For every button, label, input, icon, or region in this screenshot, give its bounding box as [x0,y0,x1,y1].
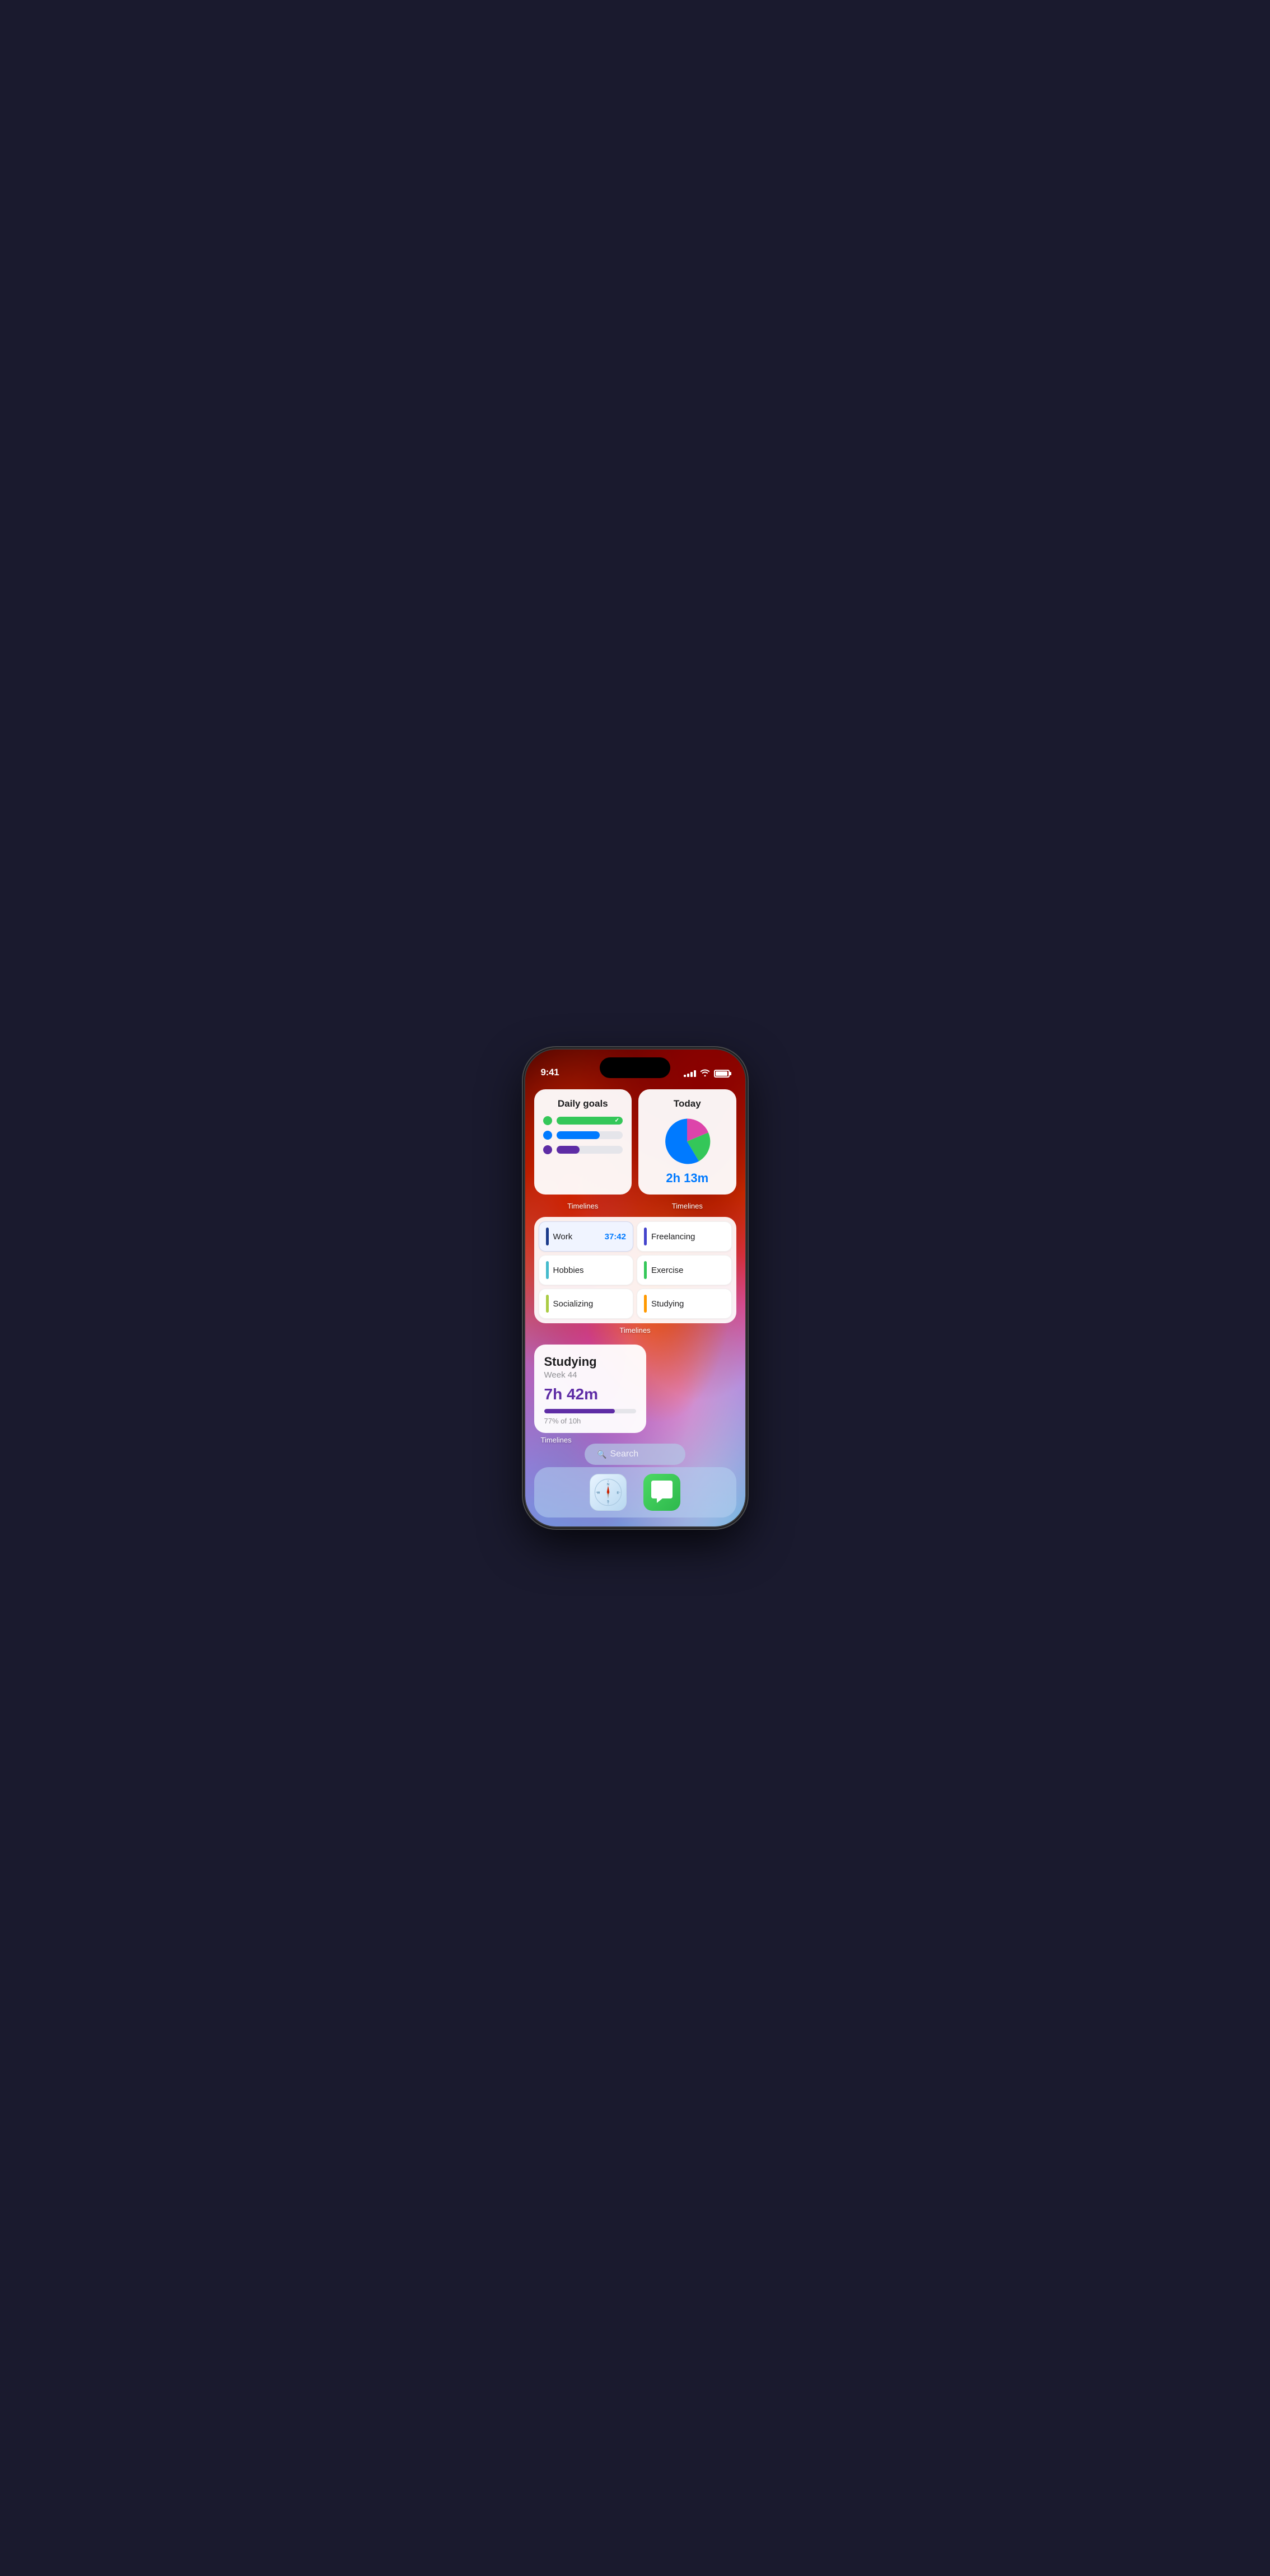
studying-color-bar [644,1295,647,1313]
exercise-color-bar [644,1261,647,1279]
timeline-item-socializing[interactable]: Socializing [539,1289,634,1319]
studying-detail-widget[interactable]: Studying Week 44 7h 42m 77% of 10h [534,1345,646,1433]
hobbies-name: Hobbies [553,1266,627,1275]
timelines-grid-widget[interactable]: Work 37:42 Freelancing Hobbies [534,1217,736,1323]
studying-week: Week 44 [544,1370,636,1380]
status-icons [684,1069,730,1078]
studying-percent-label: 77% of 10h [544,1417,636,1425]
work-time: 37:42 [605,1232,626,1242]
goal-check-1: ✓ [615,1118,619,1124]
timeline-item-exercise[interactable]: Exercise [637,1255,732,1285]
daily-goals-title: Daily goals [543,1098,623,1109]
battery-icon [714,1070,730,1078]
goal-dot-3 [543,1145,552,1154]
studying-duration: 7h 42m [544,1385,636,1403]
work-name: Work [553,1232,600,1242]
search-bar[interactable]: 🔍 Search [585,1444,685,1465]
goal-row-2 [543,1131,623,1140]
goal-bar-1: ✓ [557,1117,623,1125]
goal-bar-2 [557,1131,623,1139]
phone-device: 9:41 [525,1050,745,1526]
timelines-grid-label: Timelines [619,1326,650,1334]
socializing-name: Socializing [553,1299,627,1309]
search-icon: 🔍 [597,1450,606,1459]
widget-labels-row-1: Timelines Timelines [534,1201,736,1211]
status-time: 9:41 [541,1067,559,1078]
freelancing-color-bar [644,1228,647,1245]
socializing-color-bar [546,1295,549,1313]
studying-progress-bar [544,1409,636,1413]
goal-dot-1 [543,1116,552,1125]
widgets-row-1: Daily goals ✓ [534,1089,736,1195]
phone-screen: 9:41 [525,1050,745,1526]
daily-goals-widget[interactable]: Daily goals ✓ [534,1089,632,1195]
goal-bar-3 [557,1146,623,1154]
goal-row-1: ✓ [543,1116,623,1125]
search-label: Search [610,1449,638,1459]
svg-text:S: S [607,1500,609,1504]
today-label: Timelines [672,1202,703,1210]
today-time: 2h 13m [647,1171,727,1186]
timeline-item-studying[interactable]: Studying [637,1289,732,1319]
signal-icon [684,1070,696,1077]
today-title: Today [647,1098,727,1109]
timelines-grid: Work 37:42 Freelancing Hobbies [539,1221,732,1319]
today-pie-chart [647,1116,727,1167]
daily-goals-label: Timelines [567,1202,598,1210]
goal-row-3 [543,1145,623,1154]
messages-app-icon[interactable] [643,1474,680,1511]
dock: N S E W [534,1467,736,1518]
timeline-item-freelancing[interactable]: Freelancing [637,1221,732,1252]
studying-widget-title: Studying [544,1355,636,1369]
freelancing-name: Freelancing [651,1232,725,1242]
timeline-item-hobbies[interactable]: Hobbies [539,1255,634,1285]
studying-widget-label: Timelines [541,1436,572,1444]
hobbies-color-bar [546,1261,549,1279]
today-widget[interactable]: Today 2h 13m [638,1089,736,1195]
svg-text:W: W [597,1491,600,1495]
wifi-icon [700,1069,710,1078]
work-color-bar [546,1228,549,1245]
goal-dot-2 [543,1131,552,1140]
dynamic-island [600,1057,670,1078]
svg-text:E: E [617,1491,619,1495]
studying-name: Studying [651,1299,725,1309]
studying-progress-fill [544,1409,615,1413]
exercise-name: Exercise [651,1266,725,1275]
timeline-item-work[interactable]: Work 37:42 [539,1221,634,1252]
safari-app-icon[interactable]: N S E W [590,1474,627,1511]
